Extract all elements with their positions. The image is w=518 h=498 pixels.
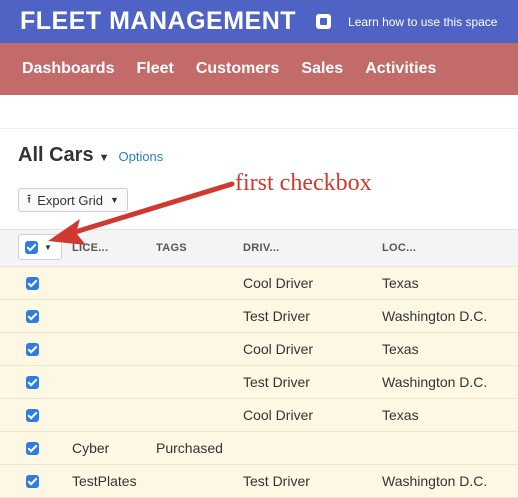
annotation-arrow	[48, 181, 235, 245]
arrow-shaft	[59, 181, 235, 239]
